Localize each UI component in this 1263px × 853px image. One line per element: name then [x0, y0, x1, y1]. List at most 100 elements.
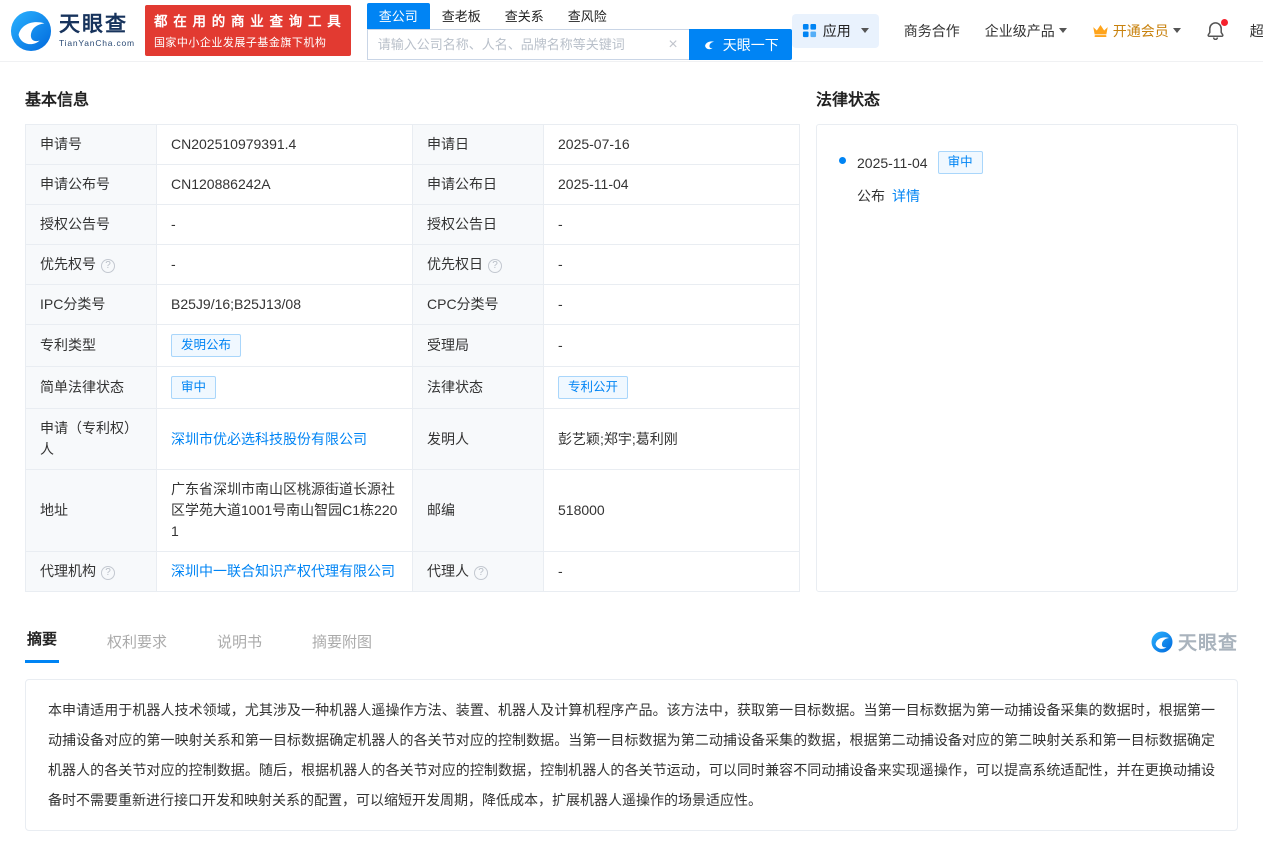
nav-open-vip-label: 开通会员 [1113, 21, 1169, 41]
document-tabs: 摘要 权利要求 说明书 摘要附图 天眼查 [0, 628, 1263, 663]
notification-bell-icon[interactable] [1206, 21, 1225, 40]
abstract-text: 本申请适用于机器人技术领域，尤其涉及一种机器人遥操作方法、装置、机器人及计算机程… [48, 695, 1215, 815]
field-label: 申请日 [413, 125, 544, 165]
field-value: 2025-07-16 [544, 125, 800, 165]
logo-title: 天眼查 [59, 14, 135, 35]
help-icon[interactable]: ? [101, 259, 115, 273]
nav-super-risk[interactable]: 超级风... [1250, 21, 1263, 41]
tab-claims[interactable]: 权利要求 [105, 631, 169, 663]
field-value: 深圳中一联合知识产权代理有限公司 [157, 552, 413, 592]
apps-grid-icon [802, 23, 817, 38]
table-row: 简单法律状态审中法律状态专利公开 [26, 367, 800, 409]
legal-status-date: 2025-11-04 [857, 155, 928, 171]
table-row: 地址广东省深圳市南山区桃源街道长源社区学苑大道1001号南山智园C1栋2201邮… [26, 470, 800, 552]
field-value: - [544, 552, 800, 592]
chevron-down-icon [1059, 28, 1067, 33]
table-row: 专利类型发明公布 受理局- [26, 325, 800, 367]
field-label: 法律状态 [413, 367, 544, 409]
field-value: 发明公布 [157, 325, 413, 367]
search-tabs: 查公司 查老板 查关系 查风险 [367, 3, 792, 29]
search-button-logo-icon [702, 37, 717, 52]
chevron-down-icon [861, 28, 869, 33]
search-tab-relation[interactable]: 查关系 [493, 3, 556, 29]
nav-enterprise-products-label: 企业级产品 [985, 21, 1055, 41]
field-label: 代理机构? [26, 552, 157, 592]
field-label: 申请号 [26, 125, 157, 165]
legal-status-desc: 公布 [857, 186, 885, 206]
search-area: 查公司 查老板 查关系 查风险 × 天眼一下 [367, 3, 792, 60]
field-value: - [157, 205, 413, 245]
legal-status-title: 法律状态 [816, 86, 1238, 110]
watermark-logo: 天眼查 [1151, 628, 1238, 663]
value-tag: 专利公开 [558, 376, 628, 399]
field-value: 彭艺颖;郑宇;葛利刚 [544, 409, 800, 470]
table-row: 优先权号?-优先权日?- [26, 245, 800, 285]
field-value: 专利公开 [544, 367, 800, 409]
clear-icon[interactable]: × [665, 37, 680, 53]
nav-enterprise-products[interactable]: 企业级产品 [985, 21, 1067, 41]
logo-subtitle: TianYanCha.com [59, 39, 135, 48]
table-row: 申请（专利权）人深圳市优必选科技股份有限公司 发明人彭艺颖;郑宇;葛利刚 [26, 409, 800, 470]
promo-badge-line2: 国家中小企业发展子基金旗下机构 [154, 34, 342, 50]
value-link[interactable]: 深圳中一联合知识产权代理有限公司 [171, 563, 395, 579]
chevron-down-icon [1173, 28, 1181, 33]
search-tab-boss[interactable]: 查老板 [430, 3, 493, 29]
field-label: 优先权号? [26, 245, 157, 285]
top-header: 天眼查 TianYanCha.com 都 在 用 的 商 业 查 询 工 具 国… [0, 0, 1263, 62]
tianyancha-logo[interactable]: 天眼查 TianYanCha.com [10, 10, 135, 52]
field-label: 发明人 [413, 409, 544, 470]
legal-status-tag: 审中 [938, 151, 983, 174]
field-label: 代理人? [413, 552, 544, 592]
field-value: 2025-11-04 [544, 165, 800, 205]
field-value: - [544, 285, 800, 325]
nav-open-vip[interactable]: 开通会员 [1092, 21, 1181, 41]
nav-business-cooperation[interactable]: 商务合作 [904, 21, 960, 41]
table-row: IPC分类号B25J9/16;B25J13/08CPC分类号- [26, 285, 800, 325]
field-value: - [544, 205, 800, 245]
field-value: - [544, 245, 800, 285]
tab-specification[interactable]: 说明书 [215, 631, 264, 663]
crown-icon [1092, 23, 1109, 38]
field-label: 申请公布号 [26, 165, 157, 205]
field-value: - [157, 245, 413, 285]
notification-dot [1221, 19, 1228, 26]
nav-apps[interactable]: 应用 [792, 14, 879, 48]
search-tab-risk[interactable]: 查风险 [556, 3, 619, 29]
field-value: - [544, 325, 800, 367]
search-button-label: 天眼一下 [723, 35, 779, 55]
table-row: 申请号CN202510979391.4申请日2025-07-16 [26, 125, 800, 165]
field-label: CPC分类号 [413, 285, 544, 325]
basic-info-table: 申请号CN202510979391.4申请日2025-07-16申请公布号CN1… [25, 124, 800, 592]
legal-status-item: 2025-11-04 审中 公布 详情 [839, 151, 1215, 206]
help-icon[interactable]: ? [474, 566, 488, 580]
field-label: 受理局 [413, 325, 544, 367]
field-label: 申请公布日 [413, 165, 544, 205]
field-value: CN202510979391.4 [157, 125, 413, 165]
basic-info-section: 基本信息 申请号CN202510979391.4申请日2025-07-16申请公… [25, 62, 799, 592]
promo-badge-line1: 都 在 用 的 商 业 查 询 工 具 [154, 10, 342, 30]
table-row: 授权公告号-授权公告日- [26, 205, 800, 245]
value-tag: 审中 [171, 376, 216, 399]
search-input[interactable] [376, 36, 666, 53]
field-label: 申请（专利权）人 [26, 409, 157, 470]
legal-detail-link[interactable]: 详情 [892, 186, 920, 206]
help-icon[interactable]: ? [101, 566, 115, 580]
field-label: 专利类型 [26, 325, 157, 367]
field-label: IPC分类号 [26, 285, 157, 325]
value-tag: 发明公布 [171, 334, 241, 357]
abstract-box: 本申请适用于机器人技术领域，尤其涉及一种机器人遥操作方法、装置、机器人及计算机程… [25, 679, 1238, 831]
search-button[interactable]: 天眼一下 [689, 29, 792, 60]
field-value: 审中 [157, 367, 413, 409]
help-icon[interactable]: ? [488, 259, 502, 273]
value-link[interactable]: 深圳市优必选科技股份有限公司 [171, 431, 367, 447]
nav-super-risk-label: 超级风... [1250, 21, 1263, 41]
field-label: 授权公告号 [26, 205, 157, 245]
field-label: 优先权日? [413, 245, 544, 285]
field-value: 广东省深圳市南山区桃源街道长源社区学苑大道1001号南山智园C1栋2201 [157, 470, 413, 552]
tab-abstract[interactable]: 摘要 [25, 628, 59, 663]
search-box: × [367, 29, 689, 60]
nav-apps-label: 应用 [823, 21, 851, 41]
field-label: 授权公告日 [413, 205, 544, 245]
tab-abstract-figure[interactable]: 摘要附图 [310, 631, 374, 663]
search-tab-company[interactable]: 查公司 [367, 3, 430, 29]
